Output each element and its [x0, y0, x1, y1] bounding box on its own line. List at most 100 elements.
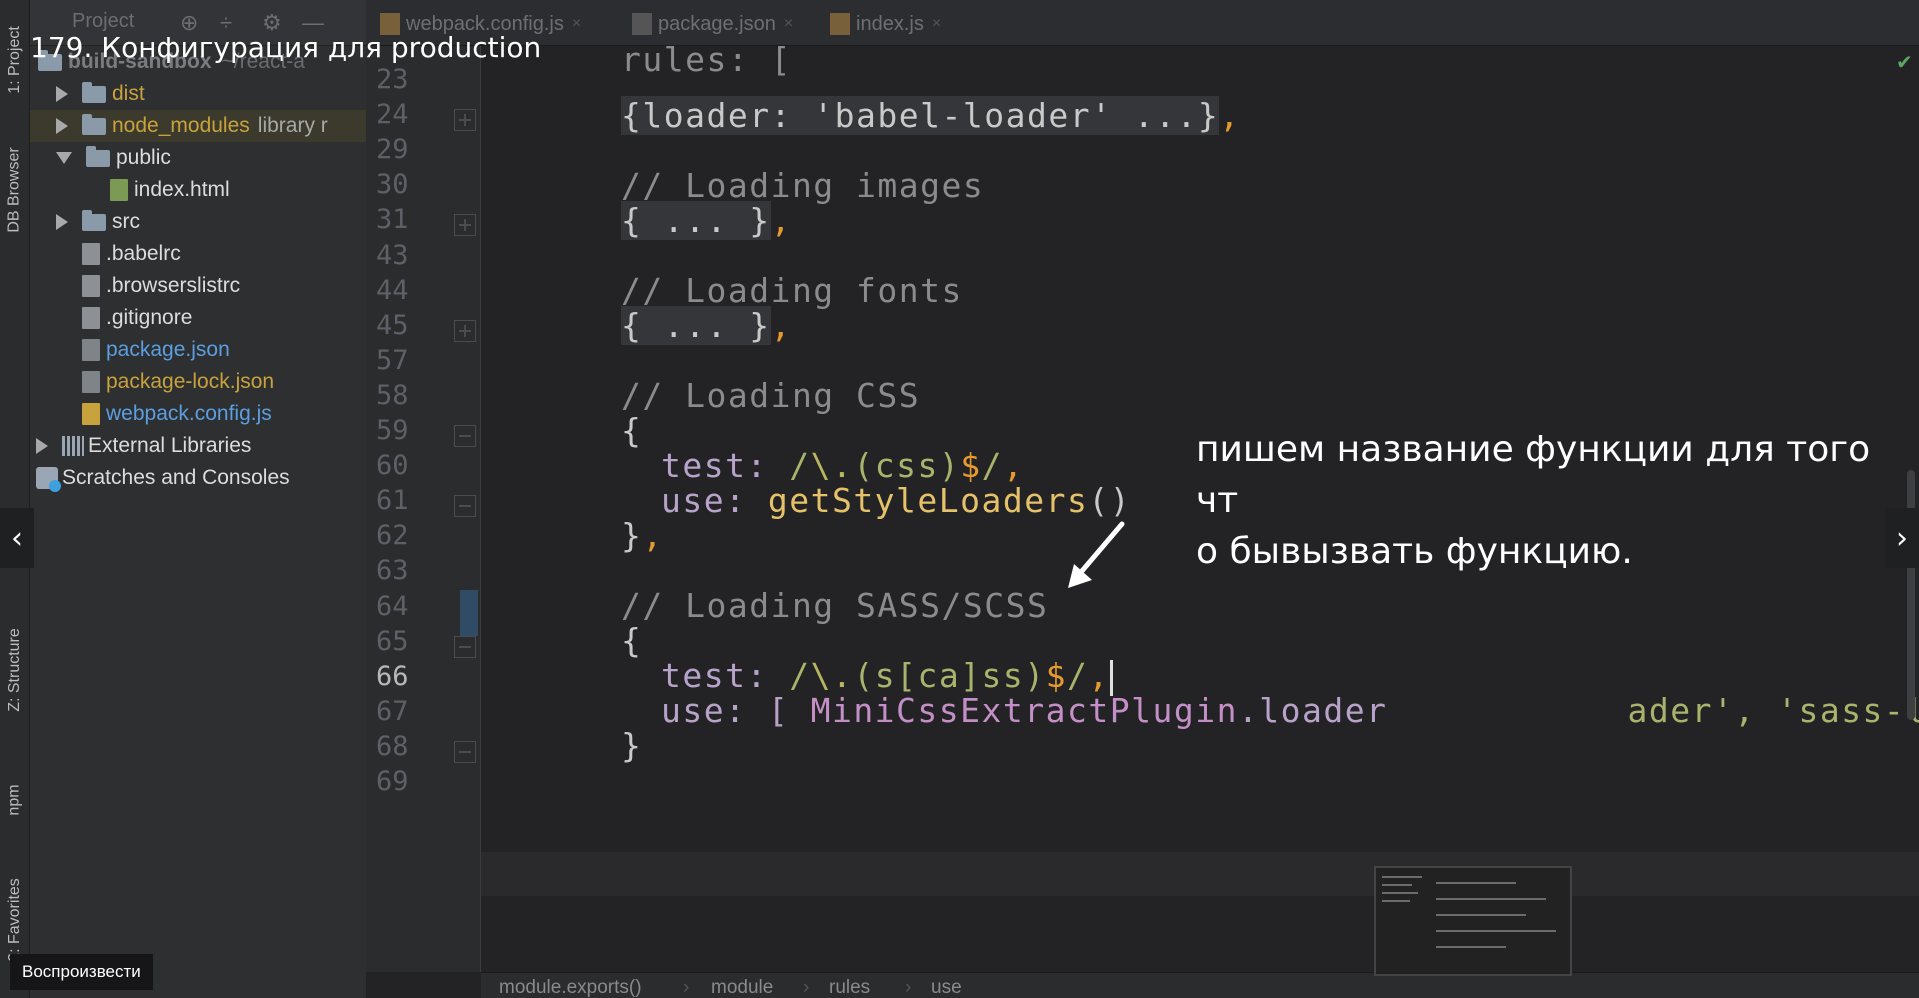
- line-number: 60: [376, 450, 409, 482]
- expand-fold-icon[interactable]: [454, 319, 476, 342]
- tree-item-label: package.json: [106, 338, 230, 361]
- code-line: rules: [: [621, 46, 792, 79]
- collapse-fold-icon[interactable]: [454, 495, 476, 518]
- line-number: 67: [376, 695, 409, 727]
- project-view-label[interactable]: Project: [72, 10, 134, 33]
- tree-item-label: External Libraries: [88, 434, 252, 457]
- tool-tab-structure[interactable]: Z: Structure: [0, 600, 30, 740]
- code-line: {: [621, 621, 643, 660]
- tree-item[interactable]: webpack.config.js: [30, 398, 366, 430]
- tree-item[interactable]: dist: [30, 78, 366, 110]
- line-number: 59: [376, 415, 409, 446]
- code-line: // Loading SASS/SCSS: [621, 586, 1049, 625]
- line-number: 43: [376, 239, 409, 271]
- expand-fold-icon[interactable]: [454, 109, 476, 132]
- chevron-right-icon[interactable]: [56, 214, 68, 230]
- tool-tab-npm[interactable]: npm: [0, 760, 30, 840]
- chevron-right-icon[interactable]: [56, 118, 68, 134]
- code-line: // Loading CSS: [621, 376, 921, 415]
- code-line: use: [ MiniCssExtractPlugin.loader ader',…: [661, 691, 1919, 730]
- collapse-fold-icon[interactable]: [454, 740, 476, 763]
- file-icon: [82, 371, 100, 393]
- video-preview-thumbnail: [1374, 866, 1572, 976]
- chevron-right-icon: ›: [803, 977, 810, 998]
- tool-window-strip: 1: Project DB Browser Z: Structure npm 2…: [0, 0, 30, 998]
- line-number: 44: [376, 274, 409, 306]
- close-icon[interactable]: ×: [784, 15, 793, 33]
- line-number: 58: [376, 379, 409, 411]
- tool-tab-favorites-label: 2: Favorites: [6, 878, 23, 962]
- video-title: 179. Конфигурация для production: [30, 31, 542, 64]
- tree-item-label: index.html: [134, 178, 230, 201]
- chevron-right-icon[interactable]: [36, 438, 48, 454]
- code-line: // Loading fonts: [621, 271, 963, 310]
- file-icon: [82, 243, 100, 265]
- expand-fold-icon[interactable]: [454, 214, 476, 237]
- breadcrumb-item[interactable]: module: [711, 977, 773, 998]
- code-line: {: [621, 411, 643, 450]
- folder-icon: [82, 209, 106, 231]
- file-icon: [82, 339, 100, 361]
- tree-item[interactable]: .gitignore: [30, 302, 366, 334]
- editor-tabs: webpack.config.js × package.json × index…: [366, 0, 1919, 46]
- line-number: 23: [376, 64, 409, 95]
- change-marker: [460, 590, 478, 636]
- code-line: }: [621, 726, 643, 765]
- tree-item[interactable]: node_modules library r: [30, 110, 366, 142]
- line-number: 45: [376, 309, 409, 341]
- scratches-icon: [36, 467, 61, 492]
- tree-item[interactable]: index.html: [30, 174, 366, 206]
- line-number-gutter: 23 24 29 30 31 43 44 45 57 58 59 60 61 62 63 64 65 66 67 68…: [366, 46, 480, 972]
- js-file-icon: [830, 13, 850, 35]
- inspection-ok-icon: ✔: [1896, 50, 1913, 74]
- close-icon[interactable]: ×: [572, 15, 581, 33]
- chevron-right-icon: ›: [683, 977, 690, 998]
- line-number: 68: [376, 730, 409, 762]
- tool-tab-db-browser[interactable]: DB Browser: [0, 130, 30, 250]
- line-number: 62: [376, 520, 409, 552]
- tool-tab-project-label: 1: Project: [6, 26, 23, 94]
- code-line: { ... },: [621, 306, 792, 345]
- tree-item[interactable]: package-lock.json: [30, 366, 366, 398]
- tool-tab-project[interactable]: 1: Project: [0, 10, 30, 110]
- file-icon: [82, 403, 100, 425]
- chevron-down-icon[interactable]: [56, 152, 72, 164]
- breadcrumb: module.exports() › module › rules › use: [481, 972, 1919, 998]
- tree-item[interactable]: package.json: [30, 334, 366, 366]
- next-lesson-button[interactable]: ›: [1885, 508, 1919, 568]
- tree-item-label: .babelrc: [106, 242, 181, 265]
- line-number: 63: [376, 555, 409, 587]
- tab-package-json[interactable]: package.json ×: [632, 8, 793, 40]
- tree-item-label: public: [116, 146, 171, 169]
- code-line: {loader: 'babel-loader' ...},: [621, 96, 1241, 135]
- tab-index-js[interactable]: index.js ×: [830, 8, 941, 40]
- chevron-right-icon[interactable]: [56, 86, 68, 102]
- tree-item[interactable]: Scratches and Consoles: [30, 462, 366, 494]
- play-button[interactable]: Воспроизвести: [10, 954, 153, 990]
- tree-item[interactable]: External Libraries: [30, 430, 366, 462]
- tree-item[interactable]: public: [30, 142, 366, 174]
- tool-tab-npm-label: npm: [6, 784, 23, 816]
- chevron-left-icon: ‹: [11, 520, 23, 556]
- code-line: test: /\.(css)$/,: [661, 446, 1025, 485]
- line-number: 31: [376, 204, 409, 236]
- tree-item-label: dist: [112, 82, 145, 105]
- collapse-fold-icon[interactable]: [454, 635, 476, 658]
- collapse-fold-icon[interactable]: [454, 425, 476, 447]
- line-number: 24: [376, 99, 409, 131]
- tree-item[interactable]: src: [30, 206, 366, 238]
- code-line: test: /\.(s[ca]ss)$/,: [661, 656, 1113, 696]
- previous-lesson-button[interactable]: ‹: [0, 508, 34, 568]
- annotation-line: пишем название функции для того чт: [1196, 429, 1871, 521]
- breadcrumb-item[interactable]: module.exports(): [499, 977, 642, 998]
- tree-item-label: node_modules: [112, 114, 250, 137]
- tab-label: package.json: [658, 12, 776, 35]
- line-number: 64: [376, 590, 409, 622]
- code-line: use: getStyleLoaders(): [661, 481, 1132, 520]
- file-icon: [82, 275, 100, 297]
- breadcrumb-item[interactable]: use: [931, 977, 962, 998]
- tree-item[interactable]: .babelrc: [30, 238, 366, 270]
- close-icon[interactable]: ×: [932, 15, 941, 33]
- tree-item[interactable]: .browserslistrc: [30, 270, 366, 302]
- breadcrumb-item[interactable]: rules: [829, 977, 870, 998]
